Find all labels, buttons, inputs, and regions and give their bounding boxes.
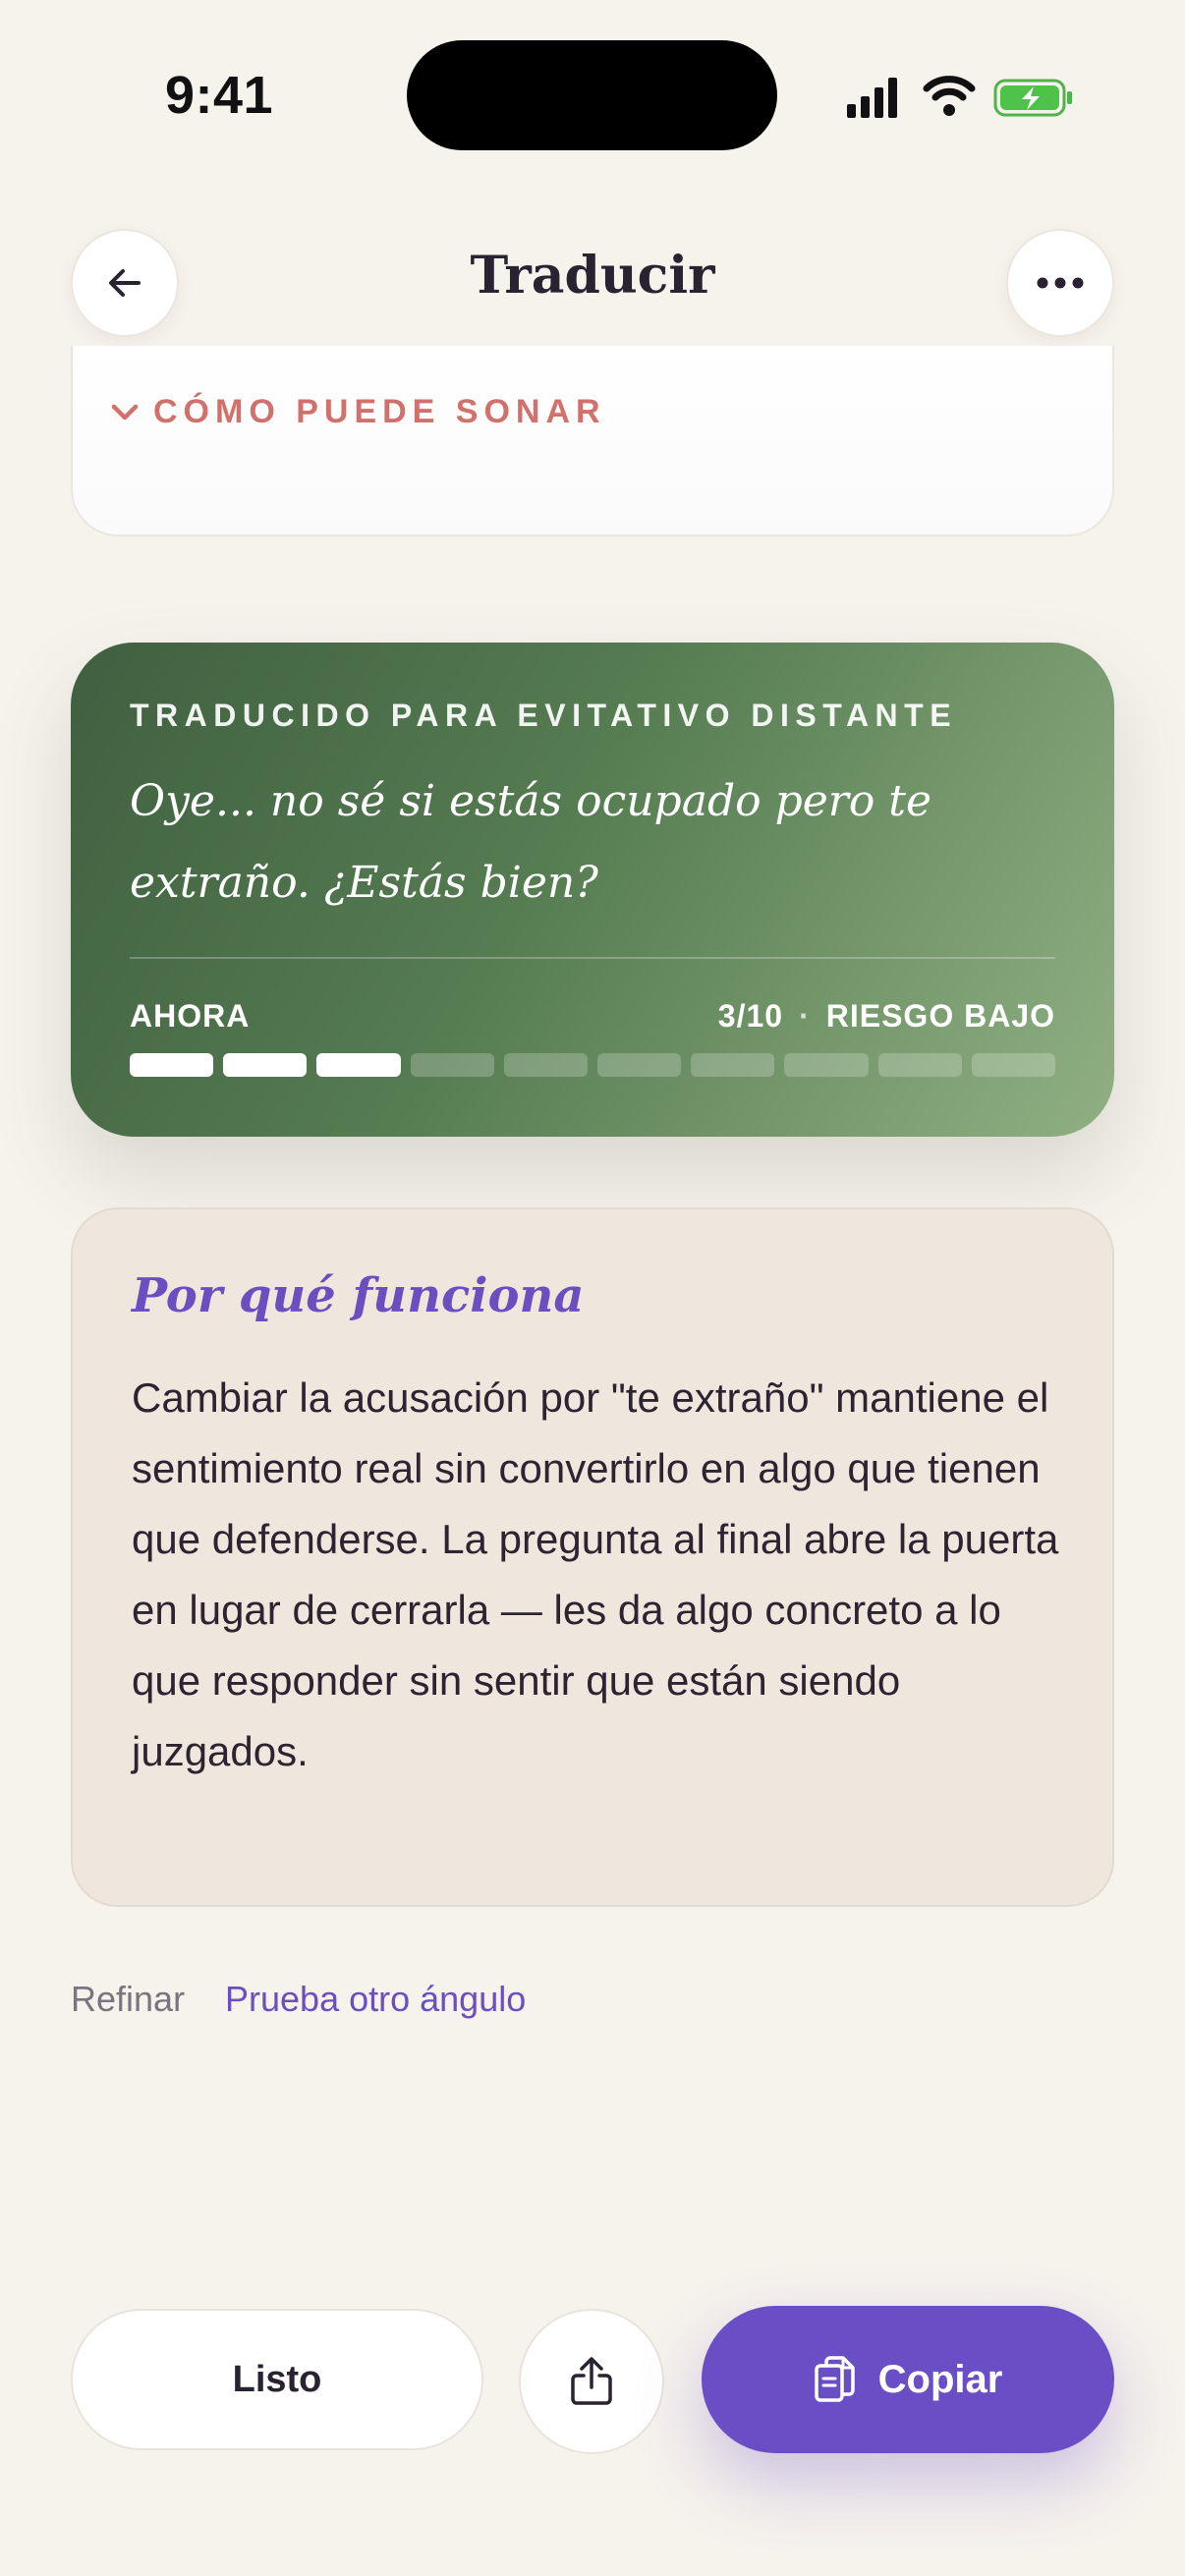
try-another-angle-link[interactable]: Prueba otro ángulo [225,1979,526,2020]
copy-button-label: Copiar [877,2357,1003,2401]
risk-meter-segment [877,1053,962,1077]
risk-meter-segment [316,1053,401,1077]
why-it-works-body: Cambiar la acusación por "te extraño" ma… [132,1374,1059,1774]
risk-meter-segment [223,1053,308,1077]
translated-message: Oye... no sé si estás ocupado pero te ex… [130,776,932,908]
how-it-sounds-toggle[interactable]: CÓMO PUEDE SONAR [110,393,606,431]
dynamic-island [407,40,777,150]
cellular-signal-icon [847,76,1072,118]
translation-card: TRADUCIDO PARA EVITATIVO DISTANTE Oye...… [71,643,1114,1137]
risk-label: RIESGO BAJO [825,998,1055,1034]
risk-summary: 3/10 · RIESGO BAJO [718,998,1055,1035]
risk-meter-segment [597,1053,682,1077]
risk-meter-segment [503,1053,589,1077]
status-time: 9:41 [165,66,274,125]
done-button-label: Listo [232,2358,322,2400]
risk-meter-segment [971,1053,1056,1077]
chevron-down-icon [111,404,139,420]
why-it-works-card: Por qué funciona Cambiar la acusación po… [71,1207,1114,1907]
more-options-button[interactable] [1006,229,1114,337]
risk-score: 3/10 [717,998,784,1034]
how-it-sounds-card [71,346,1114,536]
translation-kicker: TRADUCIDO PARA EVITATIVO DISTANTE [130,698,958,733]
more-horizontal-icon [1037,277,1084,289]
risk-meter-segment [784,1053,869,1077]
copy-button[interactable]: Copiar [702,2306,1114,2453]
copy-icon [814,2356,855,2402]
share-button[interactable] [519,2309,664,2454]
risk-separator: · [799,998,811,1034]
wifi-icon [923,76,976,116]
why-it-works-title: Por qué funciona [132,1268,585,1323]
risk-meter-segment [691,1053,775,1077]
refine-label: Refinar [71,1979,186,2019]
risk-meter-segment [410,1053,494,1077]
status-icons [847,75,1083,120]
divider [130,957,1055,959]
risk-meter [130,1053,1056,1077]
share-icon [571,2357,612,2405]
done-button[interactable]: Listo [71,2309,483,2450]
risk-meter-segment [130,1053,214,1077]
battery-icon [993,79,1072,117]
how-it-sounds-label: CÓMO PUEDE SONAR [153,393,606,430]
timing-label: AHORA [130,998,251,1034]
status-bar: 9:41 [0,0,1185,187]
